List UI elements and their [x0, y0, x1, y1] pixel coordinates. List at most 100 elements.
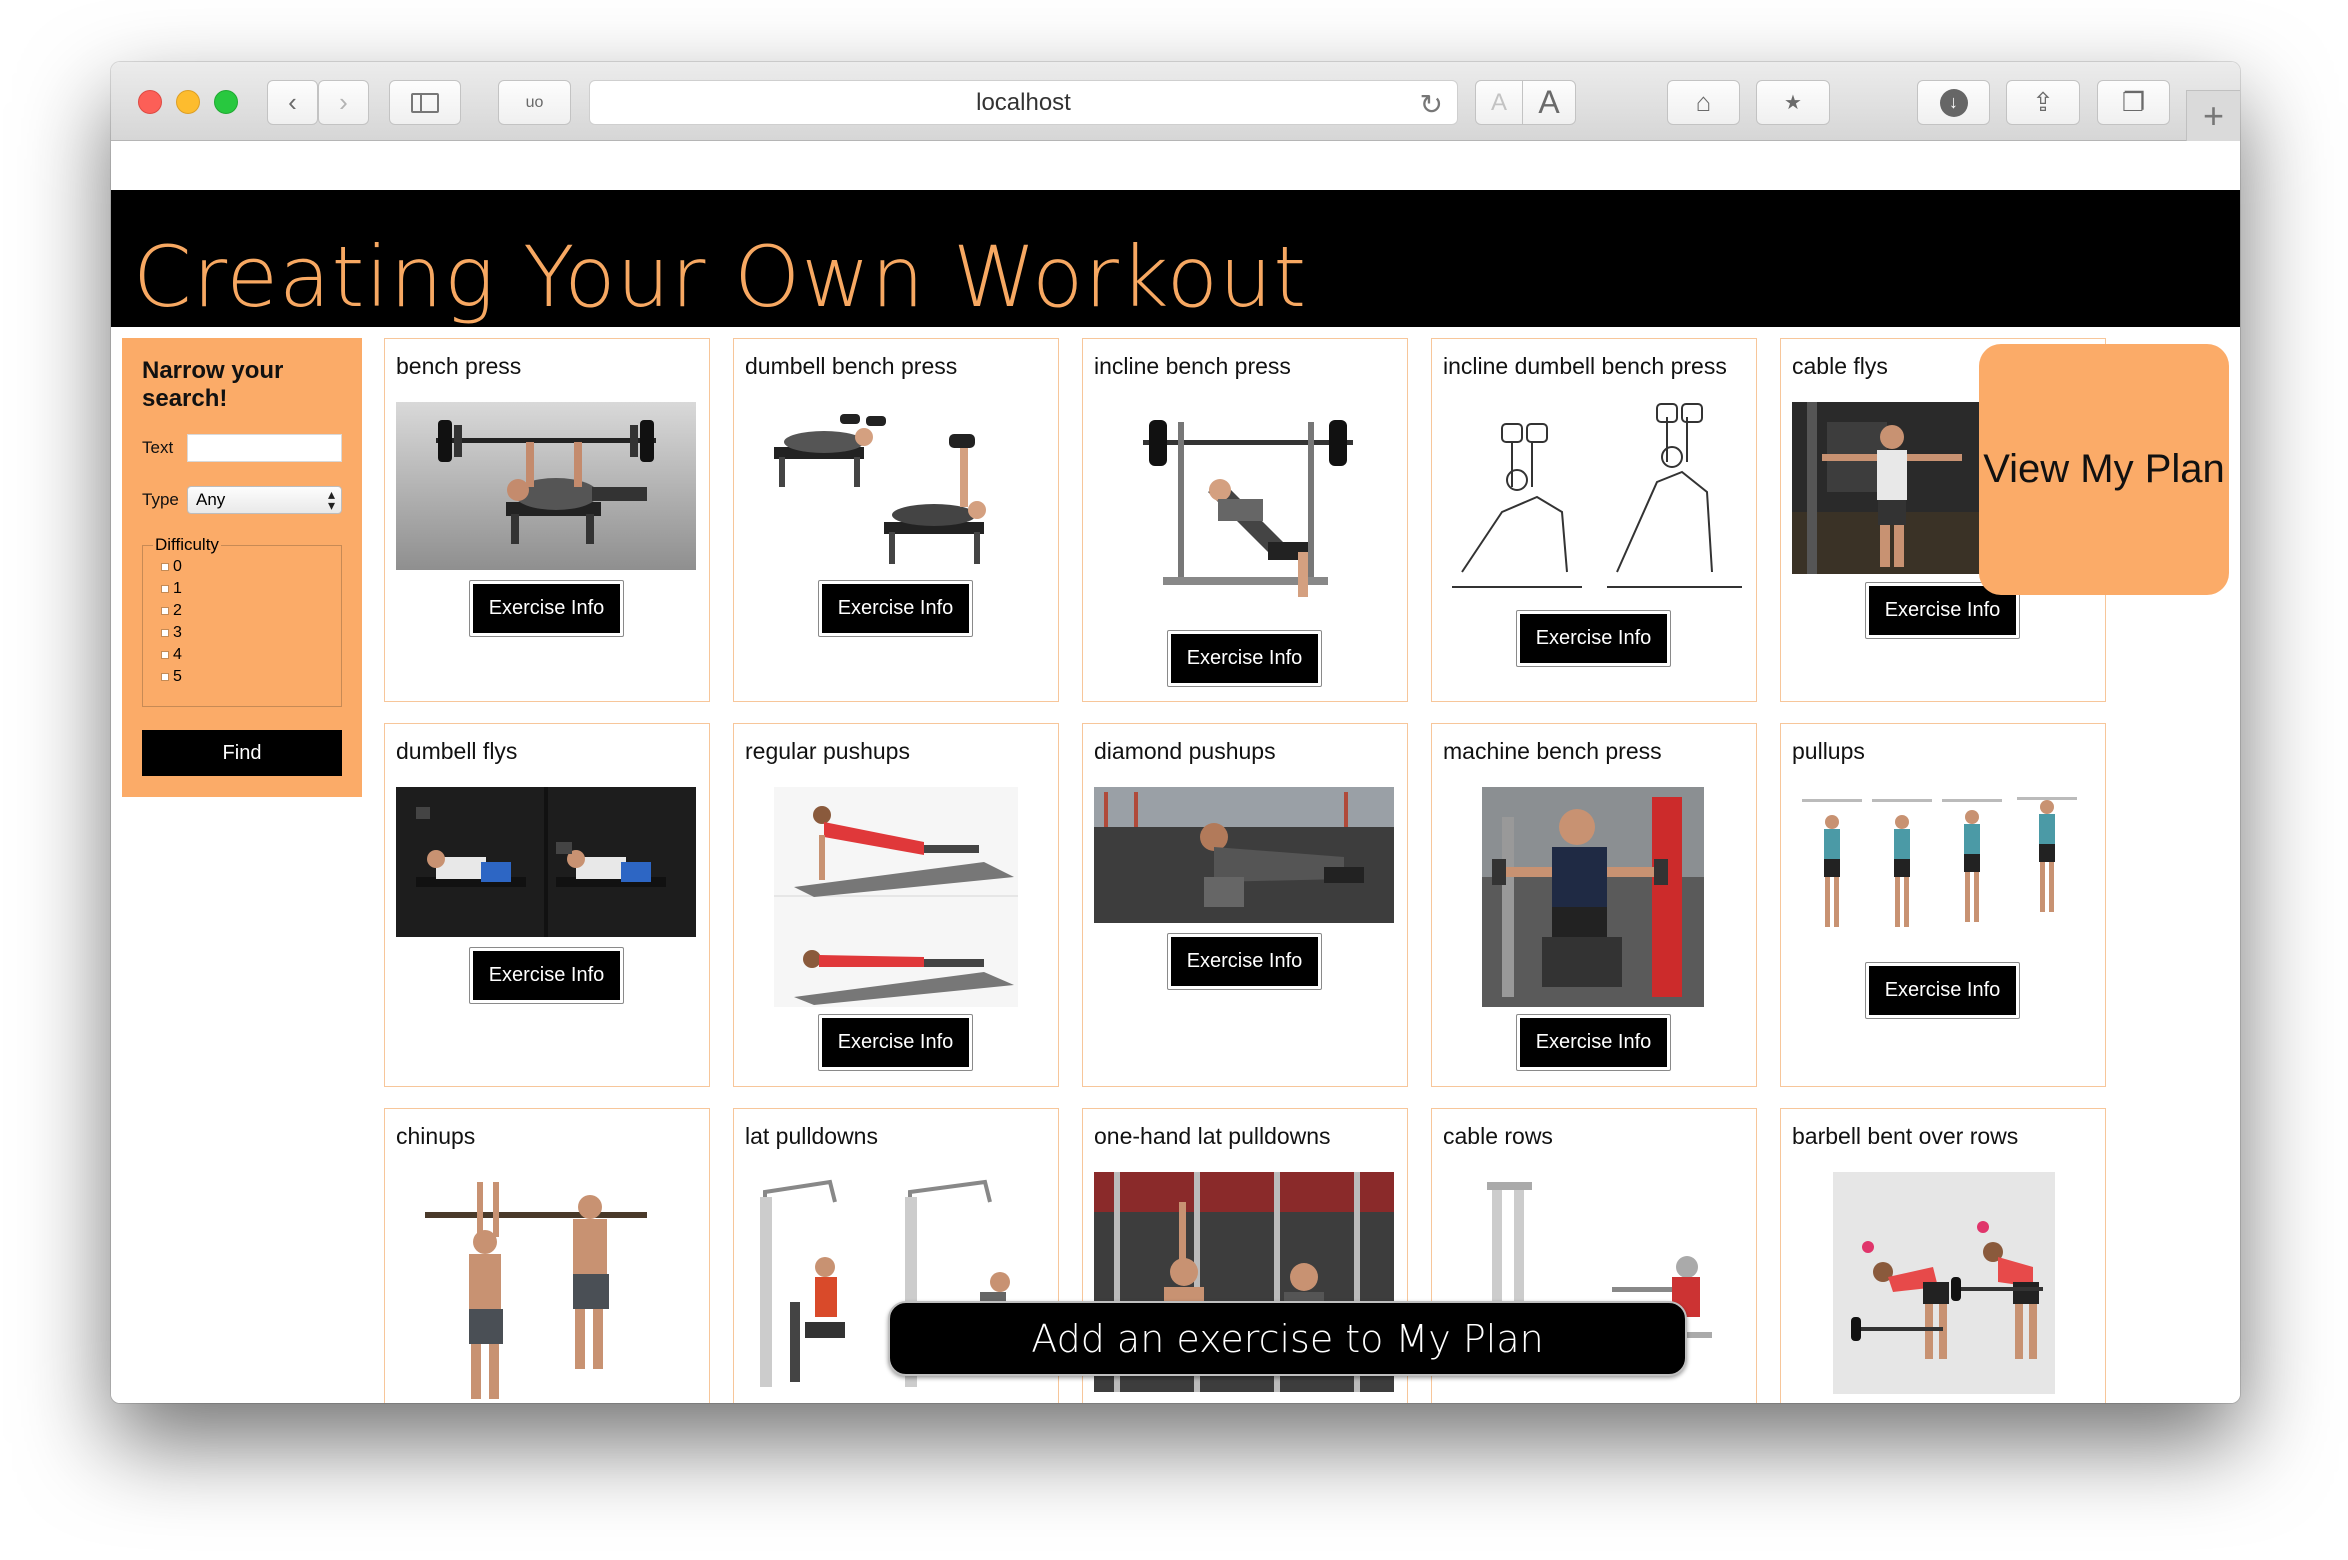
exercise-card-incline-dumbell-bench-press: incline dumbell bench press Exercise Inf… [1431, 338, 1757, 702]
difficulty-option-3[interactable]: 3 [161, 624, 182, 642]
page-header: Creating Your Own Workout [111, 190, 2240, 327]
desktop: ‹ › uo localhost ↻ A A ⌂ ★ ↓ ⇪ ❐ + Creat… [0, 0, 2348, 1560]
browser-toolbar: ‹ › uo localhost ↻ A A ⌂ ★ ↓ ⇪ ❐ + [111, 62, 2240, 141]
bookmarks-button[interactable]: ★ [1756, 80, 1830, 125]
regular-pushups-image [774, 787, 1018, 1007]
text-filter-label: Text [142, 438, 174, 457]
url-text: localhost [976, 88, 1071, 116]
exercise-info-button[interactable]: Exercise Info [469, 947, 624, 1004]
page-content: Creating Your Own Workout Narrow your se… [111, 142, 2240, 1403]
chevron-right-icon: › [339, 87, 348, 117]
exercise-card-dumbell-bench-press: dumbell bench press Exercise Info [733, 338, 1059, 702]
difficulty-option-5[interactable]: 5 [161, 668, 182, 686]
chevron-left-icon: ‹ [288, 87, 297, 117]
dumbell-flys-image [396, 787, 696, 937]
difficulty-option-0[interactable]: 0 [161, 558, 182, 576]
new-tab-button[interactable]: + [2186, 90, 2240, 141]
download-icon: ↓ [1939, 88, 1968, 117]
exercise-name: dumbell bench press [745, 353, 958, 379]
exercise-info-button[interactable]: Exercise Info [469, 580, 624, 637]
exercise-name: one-hand lat pulldowns [1094, 1123, 1331, 1149]
ublock-icon: uo [525, 93, 544, 111]
forward-button[interactable]: › [318, 80, 369, 125]
checkbox[interactable] [161, 629, 169, 637]
checkbox[interactable] [161, 651, 169, 659]
share-button[interactable]: ⇪ [2006, 80, 2080, 125]
home-icon: ⌂ [1695, 87, 1712, 117]
dumbell-bench-press-image [754, 402, 1038, 570]
find-button[interactable]: Find [142, 730, 342, 776]
checkbox[interactable] [161, 563, 169, 571]
add-exercise-to-plan-button[interactable]: Add an exercise to My Plan [888, 1301, 1687, 1376]
close-window-button[interactable] [138, 90, 162, 114]
zoom-window-button[interactable] [214, 90, 238, 114]
exercise-name: dumbell flys [396, 738, 518, 764]
exercise-card-machine-bench-press: machine bench press Exercise Info [1431, 723, 1757, 1087]
exercise-info-button[interactable]: Exercise Info [818, 580, 973, 637]
select-arrows-icon: ▴ ▾ [327, 486, 335, 513]
machine-bench-press-image [1482, 787, 1704, 1007]
incline-bench-press-image [1123, 402, 1373, 622]
diamond-pushups-image [1094, 787, 1394, 923]
share-icon: ⇪ [2032, 87, 2054, 117]
exercise-card-incline-bench-press: incline bench press Exercise Info [1082, 338, 1408, 702]
exercise-info-button[interactable]: Exercise Info [1865, 962, 2020, 1019]
sidebar-icon [411, 92, 439, 113]
text-smaller-button[interactable]: A [1475, 80, 1523, 125]
pullups-image [1792, 787, 2092, 955]
exercise-name: chinups [396, 1123, 476, 1149]
difficulty-option-2[interactable]: 2 [161, 602, 182, 620]
star-icon: ★ [1784, 92, 1802, 114]
reload-icon[interactable]: ↻ [1420, 88, 1443, 121]
difficulty-legend: Difficulty [153, 535, 221, 555]
type-filter-value: Any [196, 490, 226, 509]
exercise-name: pullups [1792, 738, 1865, 764]
plus-icon: + [2202, 95, 2225, 136]
difficulty-fieldset: Difficulty 0 1 2 3 4 5 [142, 535, 342, 707]
type-filter-select[interactable]: Any ▴ ▾ [187, 486, 342, 514]
exercise-name: incline bench press [1094, 353, 1291, 379]
checkbox[interactable] [161, 673, 169, 681]
exercise-info-button[interactable]: Exercise Info [1516, 610, 1671, 667]
minimize-window-button[interactable] [176, 90, 200, 114]
difficulty-option-1[interactable]: 1 [161, 580, 182, 598]
home-button[interactable]: ⌂ [1667, 80, 1740, 125]
checkbox[interactable] [161, 607, 169, 615]
exercise-card-pullups: pullups Exercise Info [1780, 723, 2106, 1087]
tabs-overview-button[interactable]: ❐ [2097, 80, 2170, 125]
exercise-info-button[interactable]: Exercise Info [818, 1014, 973, 1071]
back-button[interactable]: ‹ [267, 80, 318, 125]
exercise-card-barbell-bent-over-rows: barbell bent over rows [1780, 1108, 2106, 1403]
exercise-name: cable rows [1443, 1123, 1553, 1149]
exercise-info-button[interactable]: Exercise Info [1167, 933, 1322, 990]
browser-window: ‹ › uo localhost ↻ A A ⌂ ★ ↓ ⇪ ❐ + Creat… [111, 62, 2240, 1403]
incline-dumbell-bench-press-image [1442, 402, 1748, 592]
text-larger-button[interactable]: A [1522, 80, 1576, 125]
exercise-name: lat pulldowns [745, 1123, 878, 1149]
exercise-name: regular pushups [745, 738, 910, 764]
exercise-name: barbell bent over rows [1792, 1123, 2019, 1149]
sidebar-toggle-button[interactable] [389, 80, 461, 125]
barbell-bent-over-rows-image [1833, 1172, 2055, 1394]
exercise-card-chinups: chinups [384, 1108, 710, 1403]
view-my-plan-button[interactable]: View My Plan [1979, 344, 2229, 595]
exercise-card-bench-press: bench press Exercise Info [384, 338, 710, 702]
extension-button[interactable]: uo [498, 80, 571, 125]
exercise-name: diamond pushups [1094, 738, 1276, 764]
small-a-icon: A [1490, 88, 1507, 116]
large-a-icon: A [1538, 84, 1560, 120]
address-bar[interactable]: localhost ↻ [589, 80, 1458, 125]
exercise-name: bench press [396, 353, 522, 379]
downloads-button[interactable]: ↓ [1917, 80, 1990, 125]
page-title: Creating Your Own Workout [133, 228, 1308, 326]
exercise-info-button[interactable]: Exercise Info [1516, 1014, 1671, 1071]
difficulty-option-4[interactable]: 4 [161, 646, 182, 664]
text-filter-input[interactable] [187, 434, 342, 462]
checkbox[interactable] [161, 585, 169, 593]
search-filter-panel: Narrow your search! Text Type Any ▴ ▾ Dif… [122, 338, 362, 797]
bench-press-image [396, 402, 696, 570]
type-filter-label: Type [142, 490, 179, 509]
exercise-name: cable flys [1792, 353, 1888, 379]
chinups-image [425, 1172, 647, 1402]
exercise-info-button[interactable]: Exercise Info [1167, 630, 1322, 687]
